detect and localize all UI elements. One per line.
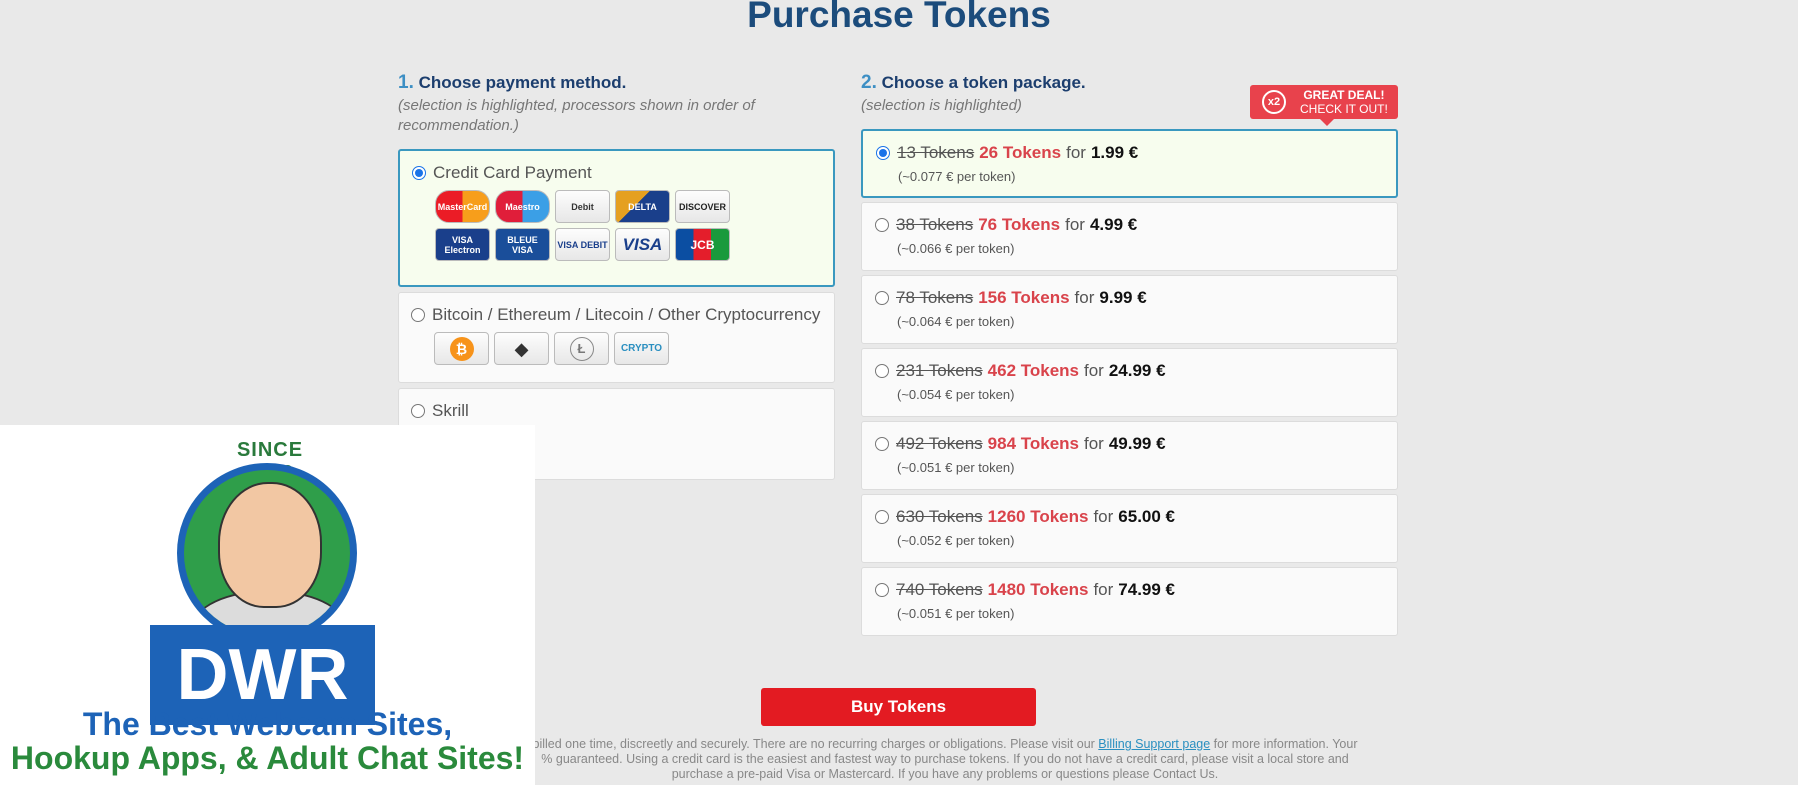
package-price: 24.99 € <box>1108 361 1166 380</box>
mascot-avatar-icon <box>177 463 357 643</box>
token-package-option[interactable]: 231 Tokens 462 Tokens for 24.99 € (~0.054 €… <box>861 348 1398 417</box>
package-radio[interactable] <box>875 291 889 305</box>
for-text: for <box>1065 215 1085 234</box>
token-package-option[interactable]: 38 Tokens 76 Tokens for 4.99 € (~0.066 € pe… <box>861 202 1398 271</box>
new-token-count: 462 Tokens <box>987 361 1079 380</box>
visa-debit-icon: VISA DEBIT <box>555 228 610 261</box>
for-text: for <box>1066 143 1086 162</box>
old-token-count: 38 Tokens <box>896 215 974 234</box>
page-title: Purchase Tokens <box>747 0 1051 35</box>
old-token-count: 231 Tokens <box>896 361 983 380</box>
card-logos: MasterCard Maestro Debit DELTA DISCOVER … <box>435 190 735 261</box>
token-package-option[interactable]: 492 Tokens 984 Tokens for 49.99 € (~0.051 €… <box>861 421 1398 490</box>
new-token-count: 984 Tokens <box>987 434 1079 453</box>
buy-tokens-button[interactable]: Buy Tokens <box>761 688 1036 726</box>
discover-icon: DISCOVER <box>675 190 730 223</box>
payment-step-number: 1. <box>398 72 414 93</box>
skrill-radio[interactable] <box>411 404 425 418</box>
token-package-section: 2. Choose a token package. (selection is… <box>861 72 1398 640</box>
package-radio[interactable] <box>875 437 889 451</box>
litecoin-icon: Ł <box>554 332 609 365</box>
bitcoin-icon: ₿ <box>434 332 489 365</box>
legal-text: for more information. Your <box>1210 737 1358 751</box>
token-package-option[interactable]: 78 Tokens 156 Tokens for 9.99 € (~0.064 € p… <box>861 275 1398 344</box>
new-token-count: 76 Tokens <box>978 215 1061 234</box>
visa-icon: VISA <box>615 228 670 261</box>
tagline-line-1: The Best Webcam Sites, <box>82 706 453 742</box>
billing-disclaimer: billed one time, discreetly and securely… <box>520 737 1370 782</box>
old-token-count: 78 Tokens <box>896 288 974 307</box>
package-step-title: Choose a token package. <box>881 73 1086 92</box>
payment-method-section: 1. Choose payment method. (selection is … <box>398 72 835 485</box>
old-token-count: 13 Tokens <box>897 143 975 162</box>
per-token-price: (~0.054 € per token) <box>897 387 1015 402</box>
per-token-price: (~0.077 € per token) <box>898 169 1016 184</box>
for-text: for <box>1084 434 1104 453</box>
package-radio[interactable] <box>875 583 889 597</box>
new-token-count: 1260 Tokens <box>987 507 1089 526</box>
mastercard-debit-icon: Debit <box>555 190 610 223</box>
payment-option-label: Credit Card Payment <box>433 163 592 182</box>
package-price: 1.99 € <box>1090 143 1139 162</box>
crypto-icon: CRYPTO <box>614 332 669 365</box>
billing-support-link[interactable]: Billing Support page <box>1098 737 1210 751</box>
crypto-logos: ₿ ◆ Ł CRYPTO <box>434 332 734 365</box>
package-price: 65.00 € <box>1118 507 1176 526</box>
delta-icon: DELTA <box>615 190 670 223</box>
new-token-count: 156 Tokens <box>978 288 1070 307</box>
package-step-heading: 2. Choose a token package. <box>861 72 1398 94</box>
per-token-price: (~0.051 € per token) <box>897 606 1015 621</box>
maestro-icon: Maestro <box>495 190 550 223</box>
legal-text: purchase a pre-paid Visa or Mastercard. … <box>671 767 1219 781</box>
token-package-option[interactable]: 740 Tokens 1480 Tokens for 74.99 € (~0.051 … <box>861 567 1398 636</box>
tagline-line-2: Hookup Apps, & Adult Chat Sites! <box>10 740 525 776</box>
for-text: for <box>1074 288 1095 307</box>
per-token-price: (~0.066 € per token) <box>897 241 1015 256</box>
payment-step-heading: 1. Choose payment method. <box>398 72 835 94</box>
old-token-count: 492 Tokens <box>896 434 983 453</box>
package-step-number: 2. <box>861 72 877 93</box>
for-text: for <box>1084 361 1104 380</box>
legal-text: % guaranteed. Using a credit card is the… <box>541 752 1349 766</box>
old-token-count: 630 Tokens <box>896 507 983 526</box>
jcb-icon: JCB <box>675 228 730 261</box>
carte-bleue-visa-icon: BLEUE VISA <box>495 228 550 261</box>
new-token-count: 1480 Tokens <box>987 580 1089 599</box>
for-text: for <box>1093 507 1114 526</box>
payment-step-subtitle: (selection is highlighted, processors sh… <box>398 97 755 134</box>
credit-card-radio[interactable] <box>412 166 426 180</box>
package-step-subtitle: (selection is highlighted) <box>861 97 1022 114</box>
new-token-count: 26 Tokens <box>979 143 1062 162</box>
payment-option-crypto[interactable]: Bitcoin / Ethereum / Litecoin / Other Cr… <box>398 292 835 383</box>
package-price: 49.99 € <box>1108 434 1166 453</box>
overlay-tagline: The Best Webcam Sites, Hookup Apps, & Ad… <box>0 707 535 775</box>
per-token-price: (~0.051 € per token) <box>897 460 1015 475</box>
mastercard-icon: MasterCard <box>435 190 490 223</box>
ethereum-icon: ◆ <box>494 332 549 365</box>
per-token-price: (~0.064 € per token) <box>897 314 1015 329</box>
package-radio[interactable] <box>875 510 889 524</box>
package-radio[interactable] <box>876 146 890 160</box>
crypto-radio[interactable] <box>411 308 425 322</box>
payment-option-label: Bitcoin / Ethereum / Litecoin / Other Cr… <box>432 305 821 324</box>
old-token-count: 740 Tokens <box>896 580 983 599</box>
payment-option-credit-card[interactable]: Credit Card Payment MasterCard Maestro D… <box>398 149 835 287</box>
token-package-option[interactable]: 13 Tokens 26 Tokens for 1.99 € (~0.077 € pe… <box>861 129 1398 198</box>
package-radio[interactable] <box>875 218 889 232</box>
visa-electron-icon: VISA Electron <box>435 228 490 261</box>
payment-step-title: Choose payment method. <box>418 73 627 92</box>
per-token-price: (~0.052 € per token) <box>897 533 1015 548</box>
payment-option-label: Skrill <box>432 401 469 420</box>
package-price: 9.99 € <box>1099 288 1147 307</box>
package-price: 4.99 € <box>1089 215 1138 234</box>
package-radio[interactable] <box>875 364 889 378</box>
for-text: for <box>1093 580 1114 599</box>
token-package-option[interactable]: 630 Tokens 1260 Tokens for 65.00 € (~0.052 … <box>861 494 1398 563</box>
legal-text: billed one time, discreetly and securely… <box>532 737 1099 751</box>
package-price: 74.99 € <box>1118 580 1176 599</box>
dwr-logo-overlay: SINCE 2010 DWR The Best Webcam Sites, Ho… <box>0 425 535 785</box>
